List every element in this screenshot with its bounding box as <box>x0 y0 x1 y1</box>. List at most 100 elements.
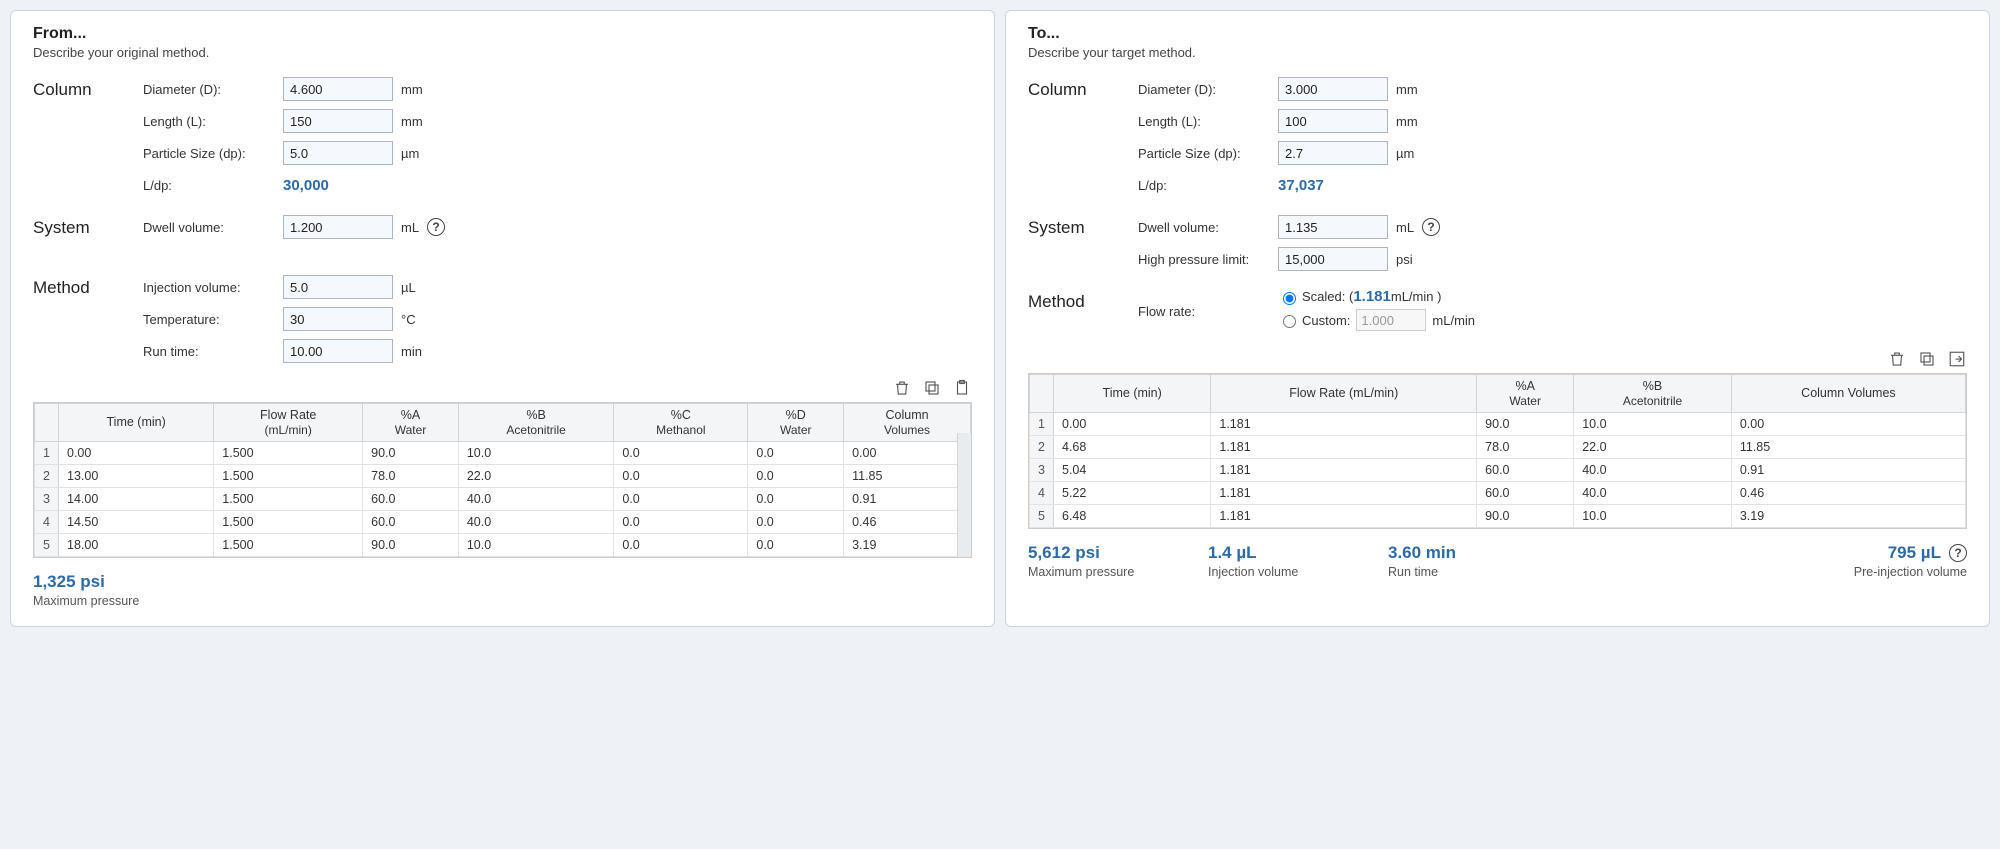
cell-b[interactable]: 22.0 <box>458 465 614 488</box>
cell-b[interactable]: 10.0 <box>458 534 614 557</box>
export-icon[interactable] <box>1947 349 1967 369</box>
cell-cv[interactable]: 0.00 <box>1731 413 1965 436</box>
col-b[interactable]: %BAcetonitrile <box>458 404 614 442</box>
cell-a[interactable]: 90.0 <box>363 534 459 557</box>
col-time[interactable]: Time (min) <box>59 404 214 442</box>
cell-b[interactable]: 40.0 <box>458 488 614 511</box>
table-row[interactable]: 24.681.18178.022.011.85 <box>1030 436 1966 459</box>
to-length-input[interactable] <box>1278 109 1388 133</box>
table-row[interactable]: 56.481.18190.010.03.19 <box>1030 505 1966 528</box>
cell-d[interactable]: 0.0 <box>748 465 844 488</box>
to-particle-input[interactable] <box>1278 141 1388 165</box>
cell-a[interactable]: 90.0 <box>1477 413 1574 436</box>
cell-d[interactable]: 0.0 <box>748 488 844 511</box>
table-row[interactable]: 10.001.50090.010.00.00.00.00 <box>35 442 971 465</box>
paste-icon[interactable] <box>952 378 972 398</box>
trash-icon[interactable] <box>1887 349 1907 369</box>
cell-flow[interactable]: 1.500 <box>214 488 363 511</box>
table-row[interactable]: 414.501.50060.040.00.00.00.46 <box>35 511 971 534</box>
cell-b[interactable]: 40.0 <box>1574 482 1732 505</box>
table-row[interactable]: 35.041.18160.040.00.91 <box>1030 459 1966 482</box>
scrollbar[interactable] <box>957 433 971 557</box>
cell-time[interactable]: 4.68 <box>1054 436 1211 459</box>
cell-time[interactable]: 14.50 <box>59 511 214 534</box>
table-row[interactable]: 10.001.18190.010.00.00 <box>1030 413 1966 436</box>
cell-flow[interactable]: 1.500 <box>214 534 363 557</box>
cell-c[interactable]: 0.0 <box>614 488 748 511</box>
from-particle-input[interactable] <box>283 141 393 165</box>
to-dwell-input[interactable] <box>1278 215 1388 239</box>
col-cv[interactable]: Column Volumes <box>1731 375 1965 413</box>
cell-b[interactable]: 22.0 <box>1574 436 1732 459</box>
cell-flow[interactable]: 1.500 <box>214 442 363 465</box>
flow-custom-radio[interactable] <box>1283 315 1296 328</box>
from-diameter-input[interactable] <box>283 77 393 101</box>
help-icon[interactable]: ? <box>1422 218 1440 236</box>
col-c[interactable]: %CMethanol <box>614 404 748 442</box>
to-hpl-input[interactable] <box>1278 247 1388 271</box>
cell-flow[interactable]: 1.500 <box>214 465 363 488</box>
cell-flow[interactable]: 1.181 <box>1211 436 1477 459</box>
cell-cv[interactable]: 0.00 <box>844 442 971 465</box>
cell-cv[interactable]: 0.46 <box>844 511 971 534</box>
cell-a[interactable]: 60.0 <box>1477 482 1574 505</box>
cell-time[interactable]: 0.00 <box>1054 413 1211 436</box>
cell-cv[interactable]: 11.85 <box>844 465 971 488</box>
cell-cv[interactable]: 0.46 <box>1731 482 1965 505</box>
table-row[interactable]: 518.001.50090.010.00.00.03.19 <box>35 534 971 557</box>
cell-a[interactable]: 78.0 <box>1477 436 1574 459</box>
cell-flow[interactable]: 1.181 <box>1211 482 1477 505</box>
cell-time[interactable]: 6.48 <box>1054 505 1211 528</box>
col-a[interactable]: %AWater <box>363 404 459 442</box>
cell-time[interactable]: 5.04 <box>1054 459 1211 482</box>
table-row[interactable]: 45.221.18160.040.00.46 <box>1030 482 1966 505</box>
from-run-input[interactable] <box>283 339 393 363</box>
cell-d[interactable]: 0.0 <box>748 534 844 557</box>
cell-cv[interactable]: 11.85 <box>1731 436 1965 459</box>
cell-b[interactable]: 10.0 <box>1574 413 1732 436</box>
cell-cv[interactable]: 0.91 <box>1731 459 1965 482</box>
table-row[interactable]: 213.001.50078.022.00.00.011.85 <box>35 465 971 488</box>
trash-icon[interactable] <box>892 378 912 398</box>
col-d[interactable]: %DWater <box>748 404 844 442</box>
copy-icon[interactable] <box>922 378 942 398</box>
cell-flow[interactable]: 1.181 <box>1211 459 1477 482</box>
from-length-input[interactable] <box>283 109 393 133</box>
cell-time[interactable]: 5.22 <box>1054 482 1211 505</box>
cell-a[interactable]: 90.0 <box>363 442 459 465</box>
copy-icon[interactable] <box>1917 349 1937 369</box>
table-row[interactable]: 314.001.50060.040.00.00.00.91 <box>35 488 971 511</box>
cell-cv[interactable]: 3.19 <box>1731 505 1965 528</box>
cell-c[interactable]: 0.0 <box>614 534 748 557</box>
col-flow[interactable]: Flow Rate(mL/min) <box>214 404 363 442</box>
help-icon[interactable]: ? <box>427 218 445 236</box>
cell-b[interactable]: 10.0 <box>1574 505 1732 528</box>
from-dwell-input[interactable] <box>283 215 393 239</box>
from-temp-input[interactable] <box>283 307 393 331</box>
cell-flow[interactable]: 1.181 <box>1211 413 1477 436</box>
flow-custom-input[interactable] <box>1356 309 1426 331</box>
cell-time[interactable]: 0.00 <box>59 442 214 465</box>
cell-time[interactable]: 14.00 <box>59 488 214 511</box>
flow-scaled-radio[interactable] <box>1283 292 1296 305</box>
col-a[interactable]: %AWater <box>1477 375 1574 413</box>
cell-d[interactable]: 0.0 <box>748 511 844 534</box>
cell-c[interactable]: 0.0 <box>614 442 748 465</box>
cell-time[interactable]: 18.00 <box>59 534 214 557</box>
cell-d[interactable]: 0.0 <box>748 442 844 465</box>
cell-cv[interactable]: 0.91 <box>844 488 971 511</box>
cell-time[interactable]: 13.00 <box>59 465 214 488</box>
cell-a[interactable]: 60.0 <box>363 511 459 534</box>
cell-a[interactable]: 78.0 <box>363 465 459 488</box>
cell-a[interactable]: 60.0 <box>1477 459 1574 482</box>
cell-flow[interactable]: 1.500 <box>214 511 363 534</box>
help-icon[interactable]: ? <box>1949 544 1967 562</box>
from-inj-input[interactable] <box>283 275 393 299</box>
cell-b[interactable]: 40.0 <box>1574 459 1732 482</box>
cell-flow[interactable]: 1.181 <box>1211 505 1477 528</box>
cell-b[interactable]: 10.0 <box>458 442 614 465</box>
col-time[interactable]: Time (min) <box>1054 375 1211 413</box>
cell-a[interactable]: 90.0 <box>1477 505 1574 528</box>
cell-c[interactable]: 0.0 <box>614 465 748 488</box>
cell-b[interactable]: 40.0 <box>458 511 614 534</box>
